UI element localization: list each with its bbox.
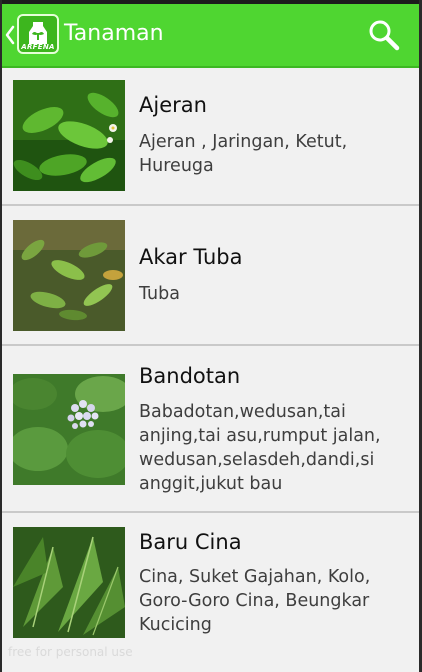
search-icon[interactable] [367,18,401,52]
plant-name: Akar Tuba [139,245,243,269]
plant-name: Bandotan [139,364,241,388]
list-item-ajeran[interactable]: Ajeran Ajeran , Jaringan, Ketut, Hureuga [2,66,419,206]
list-item-baru-cina[interactable]: Baru Cina Cina, Suket Gajahan, Kolo, Gor… [2,513,419,653]
plant-aliases: Babadotan,wedusan,tai anjing,tai asu,rum… [139,402,381,494]
plant-name: Baru Cina [139,530,242,554]
plant-thumbnail [13,80,125,191]
plant-thumbnail [13,220,125,331]
ajeran-photo [13,80,125,191]
page-title: Tanaman [64,21,164,46]
plant-aliases: Cina, Suket Gajahan, Kolo, Goro-Goro Cin… [139,567,371,635]
list-item-akar-tuba[interactable]: Akar Tuba Tuba [2,206,419,346]
chevron-left-icon[interactable] [4,24,16,46]
list-item-bandotan[interactable]: Bandotan Babadotan,wedusan,tai anjing,ta… [2,346,419,513]
plant-thumbnail [13,374,125,485]
plant-aliases: Ajeran , Jaringan, Ketut, Hureuga [139,132,348,176]
akar-tuba-photo [13,220,125,331]
plant-aliases: Tuba [139,284,180,304]
plant-thumbnail [13,527,125,638]
logo-text: ARFENA [21,43,55,51]
app-bar: ARFENA Tanaman [2,4,419,68]
plant-name: Ajeran [139,93,207,117]
bandotan-photo [13,374,125,485]
plant-list: Ajeran Ajeran , Jaringan, Ketut, Hureuga… [2,66,419,653]
baru-cina-photo [13,527,125,638]
app-logo[interactable]: ARFENA [17,14,59,54]
watermark-text: free for personal use [8,645,133,659]
